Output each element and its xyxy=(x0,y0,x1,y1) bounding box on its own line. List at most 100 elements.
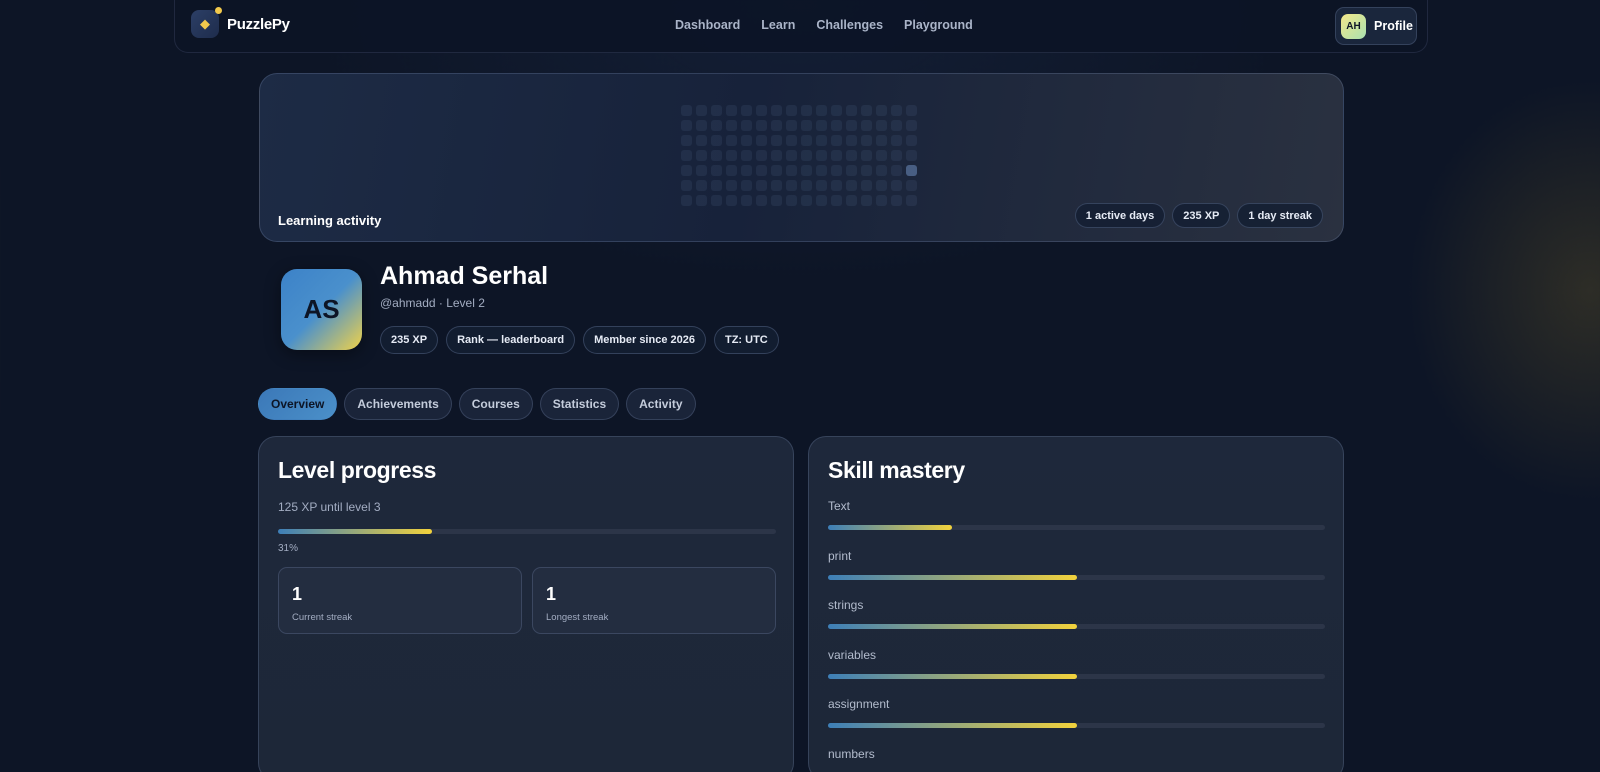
heatmap-cell xyxy=(891,195,902,206)
heatmap-cell xyxy=(771,180,782,191)
heatmap-cell xyxy=(876,105,887,116)
heatmap-cell xyxy=(906,165,917,176)
heatmap-cell xyxy=(831,105,842,116)
heatmap-cell xyxy=(906,195,917,206)
tab-statistics[interactable]: Statistics xyxy=(539,388,620,420)
heatmap-cell xyxy=(876,180,887,191)
member-since-badge: Member since 2026 xyxy=(583,326,706,354)
heatmap-cell xyxy=(891,105,902,116)
python-logo-icon: ◆ xyxy=(191,7,222,38)
skill-progress-fill xyxy=(828,673,1077,679)
heatmap-cell xyxy=(696,150,707,161)
nav-link-playground[interactable]: Playground xyxy=(904,18,973,32)
heatmap-cell xyxy=(756,165,767,176)
skill-progress-fill xyxy=(828,624,1077,629)
heatmap-cell xyxy=(861,180,872,191)
profile-button[interactable]: AH Profile xyxy=(1335,7,1417,45)
skill-mastery-title: Skill mastery xyxy=(828,457,965,483)
heatmap-cell xyxy=(906,135,917,146)
heatmap-cell xyxy=(741,180,752,191)
activity-pills: 1 active days 235 XP 1 day streak xyxy=(1074,203,1323,228)
heatmap-cell xyxy=(741,120,752,131)
user-pills: 235 XP Rank — leaderboard Member since 2… xyxy=(380,326,779,354)
heatmap-cell xyxy=(906,120,917,131)
heatmap-cell xyxy=(861,165,872,176)
heatmap-cell xyxy=(801,180,812,191)
heatmap-cell xyxy=(771,105,782,116)
heatmap-cell xyxy=(726,165,737,176)
heatmap-cell xyxy=(726,120,737,131)
brand[interactable]: ◆ PuzzlePy xyxy=(191,7,290,38)
longest-streak-box: 1 Longest streak xyxy=(532,567,776,634)
heatmap-cell xyxy=(861,135,872,146)
nav-link-dashboard[interactable]: Dashboard xyxy=(675,18,740,32)
profile-label: Profile xyxy=(1374,19,1413,33)
heatmap-cell xyxy=(681,195,692,206)
timezone-badge: TZ: UTC xyxy=(713,326,779,354)
heatmap-cell xyxy=(831,135,842,146)
top-nav: ◆ PuzzlePy Dashboard Learn Challenges Pl… xyxy=(174,0,1428,53)
heatmap-cell xyxy=(891,180,902,191)
rank-badge[interactable]: Rank — leaderboard xyxy=(446,326,576,354)
xp-badge: 235 XP xyxy=(1172,203,1231,228)
heatmap-cell xyxy=(711,195,722,206)
heatmap-cell xyxy=(786,180,797,191)
nav-avatar: AH xyxy=(1341,13,1366,39)
heatmap-cell xyxy=(816,120,827,131)
heatmap-cell xyxy=(801,165,812,176)
xp-until-text: 125 XP until level 3 xyxy=(278,500,381,514)
heatmap-cell xyxy=(741,135,752,146)
heatmap-cell xyxy=(801,195,812,206)
tab-achievements[interactable]: Achievements xyxy=(344,388,452,420)
heatmap-cell xyxy=(786,120,797,131)
heatmap-cell xyxy=(741,150,752,161)
skill-label: Text xyxy=(828,499,851,513)
tab-activity[interactable]: Activity xyxy=(626,388,696,420)
heatmap-cell xyxy=(726,135,737,146)
skill-progress-fill xyxy=(828,723,1077,728)
heatmap-cell xyxy=(711,165,722,176)
heatmap-cell xyxy=(816,195,827,206)
user-xp-badge: 235 XP xyxy=(380,326,439,354)
heatmap-cell xyxy=(831,120,842,131)
skill-progress-fill xyxy=(828,525,953,530)
heatmap-cell xyxy=(906,105,917,116)
heatmap-cell xyxy=(681,105,692,116)
skill-progress-bar xyxy=(828,624,1325,629)
skill-label: numbers xyxy=(828,746,875,761)
heatmap-cell xyxy=(696,165,707,176)
heatmap-cell xyxy=(681,150,692,161)
heatmap-cell xyxy=(861,120,872,131)
heatmap-cell xyxy=(726,195,737,206)
notification-dot-icon xyxy=(215,7,222,14)
nav-link-learn[interactable]: Learn xyxy=(761,18,795,32)
heatmap-cell xyxy=(681,180,692,191)
heatmap-cell xyxy=(831,195,842,206)
heatmap-cell xyxy=(891,135,902,146)
heatmap-cell xyxy=(786,195,797,206)
heatmap-cell xyxy=(786,135,797,146)
heatmap-cell xyxy=(876,135,887,146)
heatmap-cell xyxy=(741,165,752,176)
heatmap-cell xyxy=(876,195,887,206)
tab-overview[interactable]: Overview xyxy=(258,388,338,420)
nav-link-challenges[interactable]: Challenges xyxy=(816,18,883,32)
heatmap-cell xyxy=(786,105,797,116)
heatmap-cell xyxy=(846,105,857,116)
skill-label: assignment xyxy=(828,697,890,711)
tab-courses[interactable]: Courses xyxy=(458,388,533,420)
heatmap-cell xyxy=(681,135,692,146)
heatmap-cell xyxy=(756,120,767,131)
heatmap-cell xyxy=(711,120,722,131)
heatmap-cell xyxy=(861,105,872,116)
heatmap-cell xyxy=(876,150,887,161)
skill-mastery-card: Skill mastery Text print strings variables a… xyxy=(808,436,1344,772)
heatmap-cell xyxy=(771,150,782,161)
active-days-badge: 1 active days xyxy=(1074,203,1166,228)
heatmap-cell xyxy=(891,150,902,161)
skill-label: print xyxy=(828,548,852,563)
heatmap-cell xyxy=(756,180,767,191)
level-progress-card: Level progress 125 XP until level 3 31% … xyxy=(258,436,794,772)
heatmap-cell xyxy=(726,180,737,191)
heatmap-cell xyxy=(696,120,707,131)
